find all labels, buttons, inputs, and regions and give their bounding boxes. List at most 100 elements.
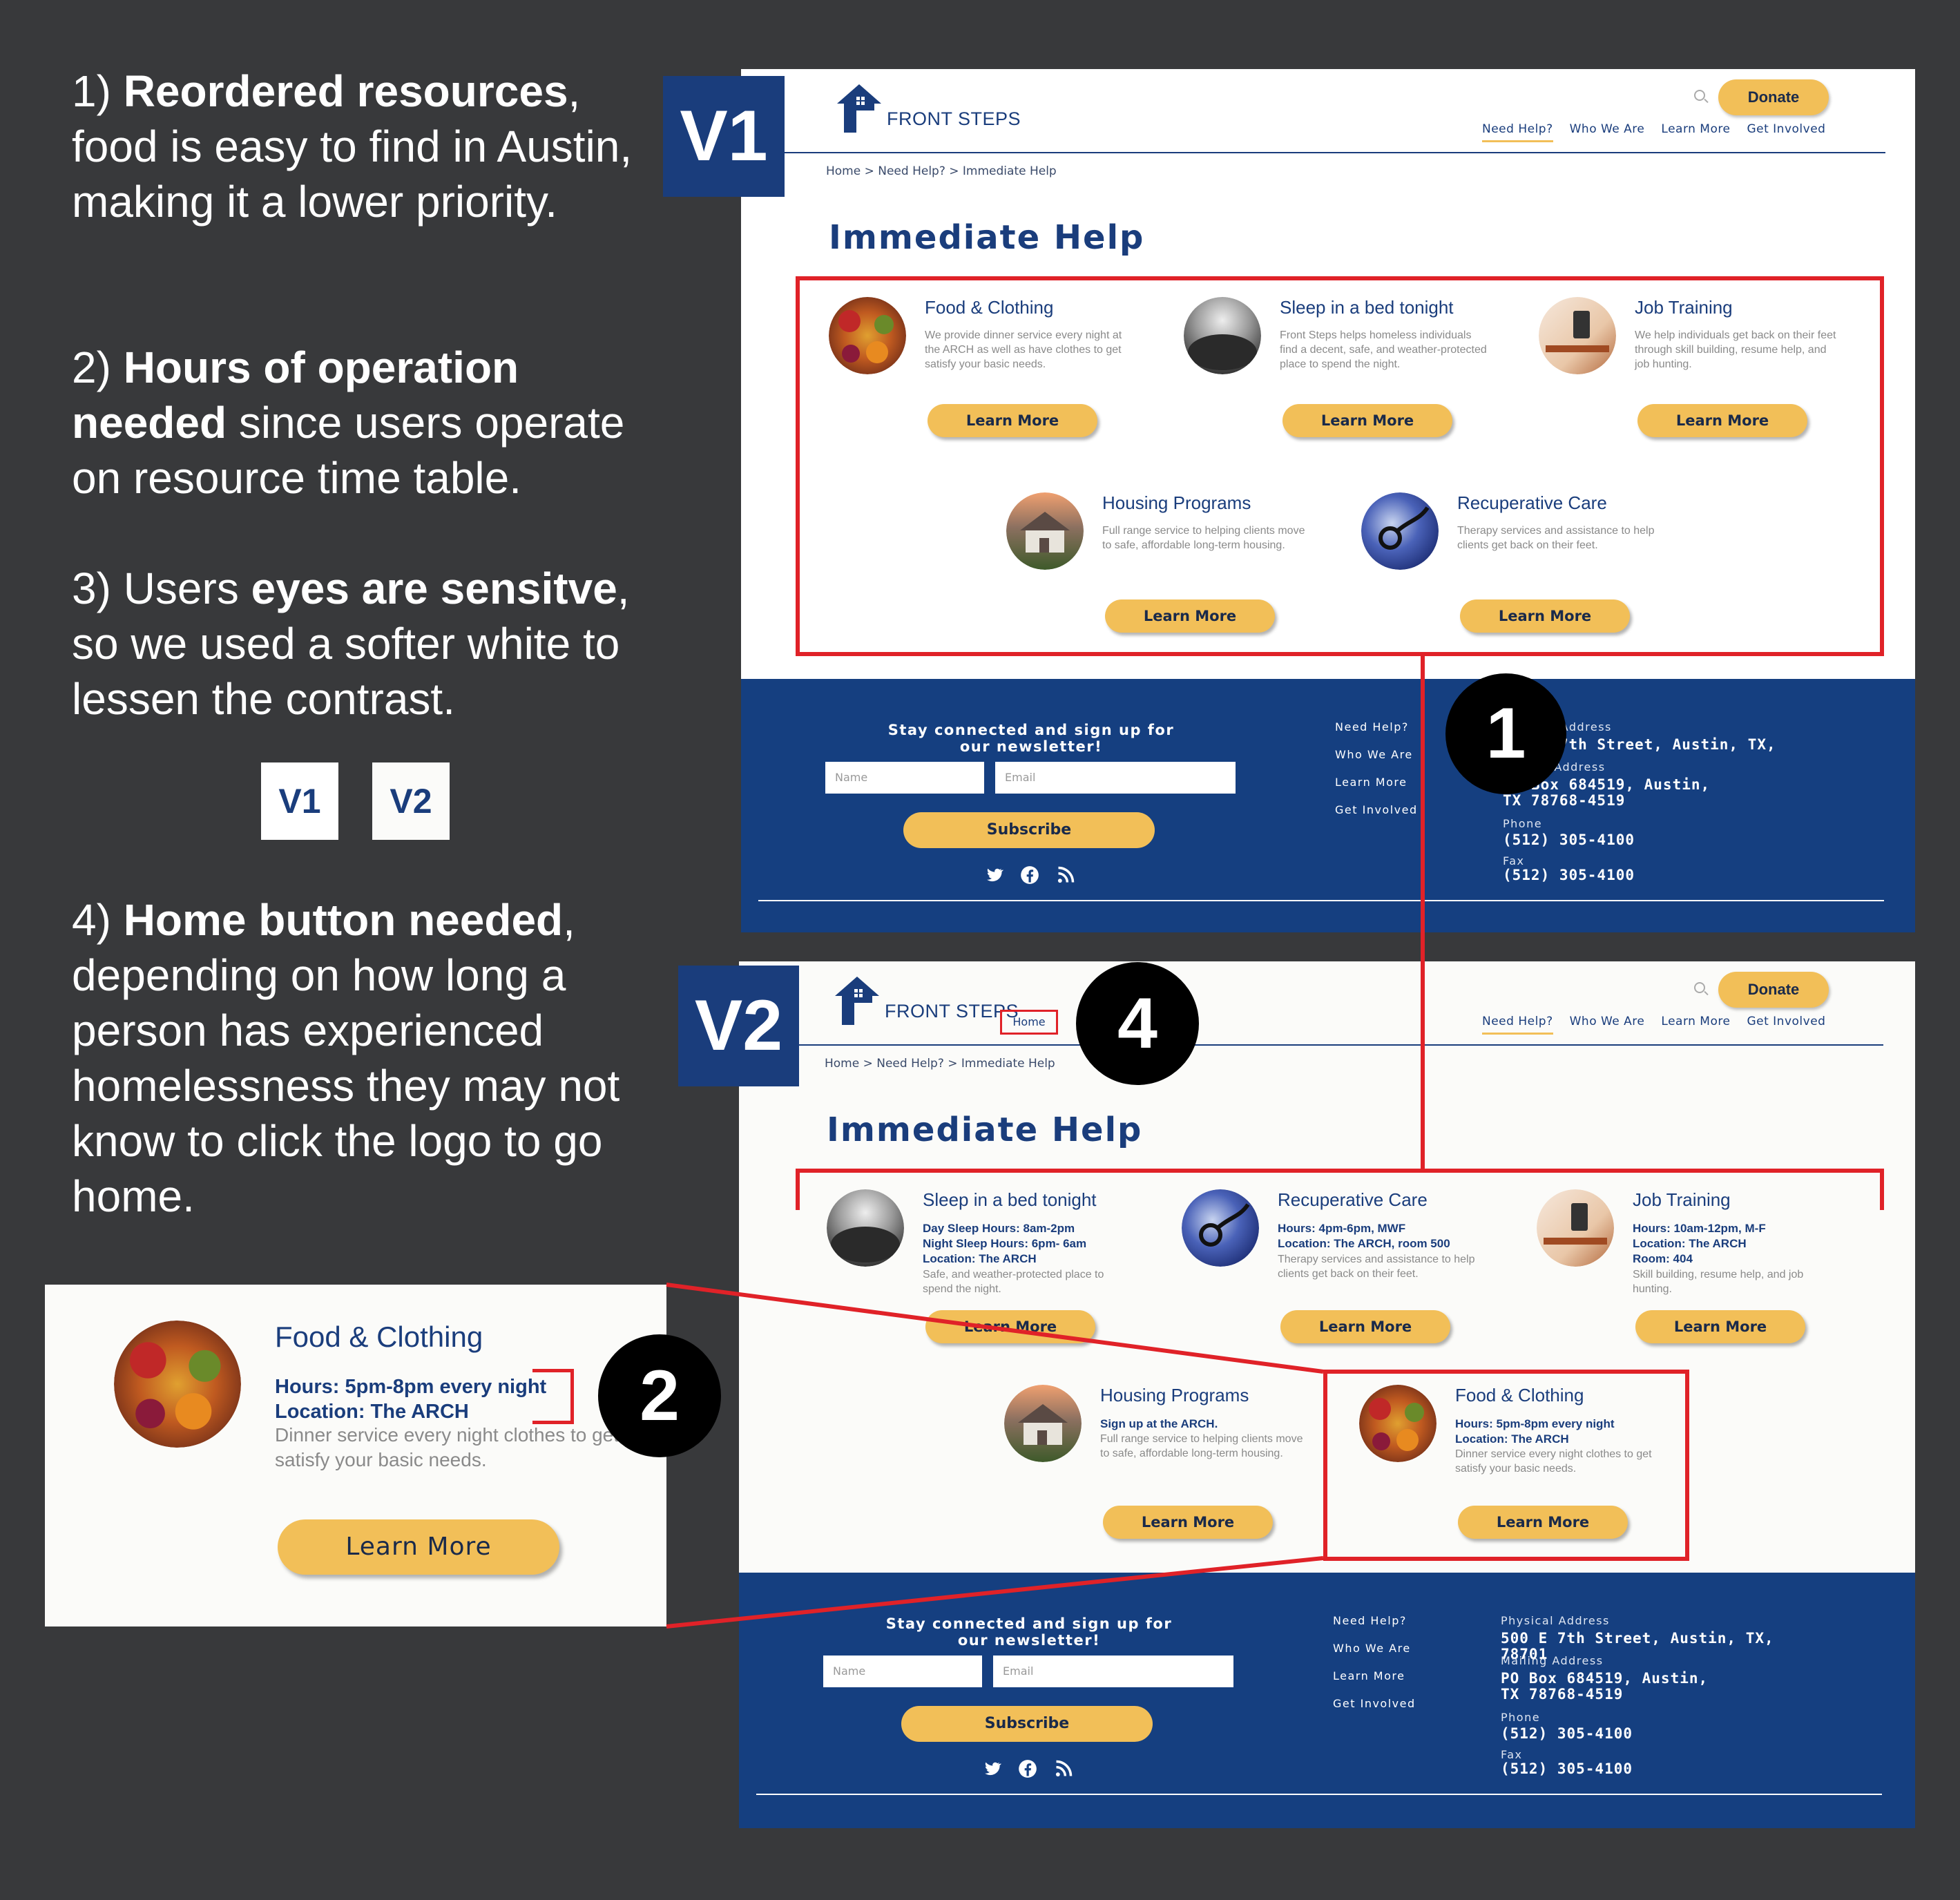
phone-number: (512) 305-4100: [1501, 1725, 1633, 1742]
newsletter-heading: Stay connected and sign up for our newsl…: [885, 1615, 1173, 1649]
rss-icon[interactable]: [1054, 1759, 1073, 1778]
donate-button[interactable]: Donate: [1718, 79, 1829, 115]
nav-learn-more[interactable]: Learn More: [1661, 1015, 1730, 1035]
note-4: 4) Home button needed, depending on how …: [72, 892, 666, 1224]
learn-more-button[interactable]: Learn More: [278, 1519, 559, 1575]
rss-icon[interactable]: [1056, 865, 1075, 885]
learn-more-button[interactable]: Learn More: [1280, 1310, 1450, 1343]
footer-link[interactable]: Get Involved: [1335, 796, 1418, 824]
search-icon[interactable]: [1694, 90, 1705, 101]
note-2-number: 2): [72, 343, 111, 392]
footer: Stay connected and sign up for our newsl…: [741, 679, 1915, 932]
house-image: [1004, 1385, 1082, 1462]
logo-text: FRONT STEPS: [887, 108, 1021, 129]
home-button[interactable]: Home: [1000, 1010, 1058, 1035]
logo[interactable]: FRONT STEPS: [836, 83, 1021, 133]
footer-link[interactable]: Need Help?: [1335, 713, 1418, 741]
v1-tag: V1: [663, 76, 785, 197]
footer-link[interactable]: Learn More: [1335, 769, 1418, 796]
nav-need-help[interactable]: Need Help?: [1482, 1015, 1553, 1035]
card-hours: Day Sleep Hours: 8am-2pm Night Sleep Hou…: [923, 1222, 1087, 1265]
footer-link[interactable]: Who We Are: [1335, 741, 1418, 769]
fax-label: Fax: [1501, 1748, 1523, 1761]
fax-number: (512) 305-4100: [1503, 867, 1635, 883]
breadcrumb[interactable]: Home > Need Help? > Immediate Help: [826, 164, 1057, 178]
card-title: Food & Clothing: [275, 1321, 483, 1353]
hours-bracket: [532, 1369, 574, 1424]
card-hours: Sign up at the ARCH.: [1100, 1417, 1218, 1430]
name-input[interactable]: Name: [823, 1656, 982, 1687]
footer-link[interactable]: Learn More: [1333, 1662, 1416, 1690]
nav-need-help[interactable]: Need Help?: [1482, 122, 1553, 142]
fax-label: Fax: [1503, 854, 1525, 867]
card-description: Therapy services and assistance to help …: [1278, 1254, 1475, 1280]
v2-swatch: V2: [372, 762, 450, 840]
nav-who-we-are[interactable]: Who We Are: [1570, 1015, 1645, 1035]
phone-label: Phone: [1503, 817, 1543, 830]
card-location: Location: The ARCH: [275, 1401, 469, 1423]
nav-get-involved[interactable]: Get Involved: [1747, 1015, 1825, 1035]
nav-who-we-are[interactable]: Who We Are: [1570, 122, 1645, 142]
learn-more-button[interactable]: Learn More: [1635, 1310, 1805, 1343]
search-icon[interactable]: [1694, 982, 1705, 993]
learn-more-button[interactable]: Learn More: [1103, 1506, 1273, 1539]
card-hours: Hours: 4pm-6pm, MWF Location: The ARCH, …: [1278, 1222, 1450, 1250]
page-title: Immediate Help: [827, 1111, 1143, 1149]
card-hours: Hours: 10am-12pm, M-F Location: The ARCH…: [1633, 1222, 1766, 1265]
mailing-address-label: Mailing Address: [1501, 1654, 1604, 1667]
connector-line-1: [1421, 653, 1425, 1171]
newsletter-heading: Stay connected and sign up for our newsl…: [887, 722, 1175, 755]
v2-cards-highlight: [796, 1169, 1884, 1210]
facebook-icon[interactable]: [1018, 1759, 1037, 1778]
house-logo-icon: [837, 84, 881, 133]
note-1: 1) Reordered resources, food is easy to …: [72, 64, 666, 229]
fax-number: (512) 305-4100: [1501, 1760, 1633, 1777]
nav-learn-more[interactable]: Learn More: [1661, 122, 1730, 142]
mailing-address: PO Box 684519, Austin, TX 78768-4519: [1501, 1670, 1709, 1702]
footer-link[interactable]: Who We Are: [1333, 1635, 1416, 1662]
food-image: [114, 1321, 241, 1448]
food-card-highlight: [1323, 1370, 1689, 1561]
footer-divider: [756, 1794, 1882, 1795]
note-4-number: 4): [72, 895, 111, 945]
page-title: Immediate Help: [829, 218, 1145, 257]
main-nav: Need Help? Who We Are Learn More Get Inv…: [1482, 122, 1825, 142]
facebook-icon[interactable]: [1020, 865, 1039, 885]
card-hours: Hours: 5pm-8pm every night: [275, 1376, 547, 1398]
house-logo-icon: [835, 977, 879, 1025]
logo[interactable]: FRONT STEPS: [834, 975, 1019, 1025]
footer-link[interactable]: Get Involved: [1333, 1690, 1416, 1718]
phone-label: Phone: [1501, 1711, 1541, 1724]
card-description: Dinner service every night clothes to ge…: [275, 1424, 619, 1470]
zoomed-food-card: Food & Clothing Hours: 5pm-8pm every nig…: [45, 1285, 666, 1626]
note-2: 2) Hours of operation needed since users…: [72, 340, 666, 506]
v2-tag: V2: [678, 966, 799, 1086]
header-divider: [780, 152, 1885, 153]
note-3-prefix: 3) Users: [72, 564, 251, 613]
learn-more-button[interactable]: Learn More: [925, 1310, 1095, 1343]
note-1-number: 1): [72, 66, 111, 116]
note-1-bold: Reordered resources: [123, 66, 568, 116]
card-description: Full range service to helping clients mo…: [1100, 1433, 1303, 1459]
main-nav: Need Help? Who We Are Learn More Get Inv…: [1482, 1015, 1825, 1035]
header-divider: [778, 1044, 1883, 1046]
subscribe-button[interactable]: Subscribe: [901, 1706, 1153, 1742]
nav-get-involved[interactable]: Get Involved: [1747, 122, 1825, 142]
footer-divider: [758, 900, 1884, 901]
footer-links: Need Help? Who We Are Learn More Get Inv…: [1335, 713, 1418, 824]
name-input[interactable]: Name: [825, 762, 984, 794]
twitter-icon[interactable]: [982, 1759, 1001, 1778]
footer-link[interactable]: Need Help?: [1333, 1607, 1416, 1635]
breadcrumb[interactable]: Home > Need Help? > Immediate Help: [825, 1057, 1055, 1071]
v1-cards-highlight: [796, 276, 1884, 656]
v1-swatch: V1: [261, 762, 338, 840]
email-input[interactable]: Email: [993, 1656, 1233, 1687]
card-title: Housing Programs: [1100, 1385, 1249, 1405]
footer: Stay connected and sign up for our newsl…: [739, 1573, 1915, 1828]
note-3-bold: eyes are sensitve: [251, 564, 617, 613]
twitter-icon[interactable]: [984, 865, 1003, 885]
badge-4: 4: [1076, 962, 1199, 1085]
donate-button[interactable]: Donate: [1718, 972, 1829, 1008]
email-input[interactable]: Email: [995, 762, 1236, 794]
subscribe-button[interactable]: Subscribe: [903, 812, 1155, 848]
